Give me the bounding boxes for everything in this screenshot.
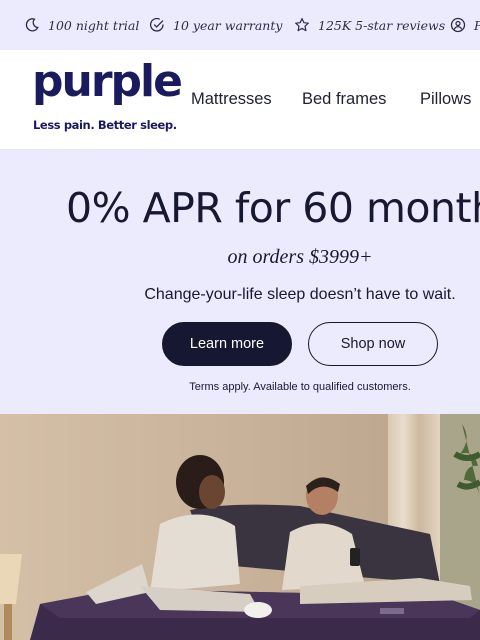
trust-item-label: 100 night trial [48,17,140,33]
trust-item-warranty: 10 year warranty [149,0,282,50]
woman-sweater [150,514,240,592]
trust-item-label: 10 year warranty [173,17,283,33]
nav-pillows[interactable]: Pillows [420,90,471,109]
learn-more-button[interactable]: Learn more [162,322,292,366]
trust-item-support: F [450,0,480,50]
couple-on-mattress-illustration [0,414,480,640]
promo-description: Change-your-life sleep doesn’t have to w… [144,286,456,303]
promo-banner: 0% APR for 60 month on orders $3999+ Cha… [0,150,480,414]
trust-item-label: F [474,18,480,33]
nav-mattresses[interactable]: Mattresses [191,90,272,109]
promo-headline: 0% APR for 60 month [66,184,480,232]
hero-image [0,414,480,640]
star-icon [295,18,309,32]
trust-bar: 100 night trial 10 year warranty 125K 5-… [0,0,480,50]
check-circle-icon [149,17,164,32]
promo-terms: Terms apply. Available to qualified cust… [189,381,411,393]
site-header: purple Less pain. Better sleep. Mattress… [0,50,480,150]
nav-bed-frames[interactable]: Bed frames [302,90,386,109]
trust-item-label: 125K 5-star reviews [318,17,446,33]
shop-now-button[interactable]: Shop now [308,322,438,366]
support-icon [450,17,466,33]
promo-subheadline: on orders $3999+ [227,246,373,268]
moon-icon [25,18,39,32]
trust-item-reviews: 125K 5-star reviews [294,0,445,50]
main-nav: Mattresses Bed frames Pillows [0,50,480,149]
trust-item-trial: 100 night trial [24,0,139,50]
